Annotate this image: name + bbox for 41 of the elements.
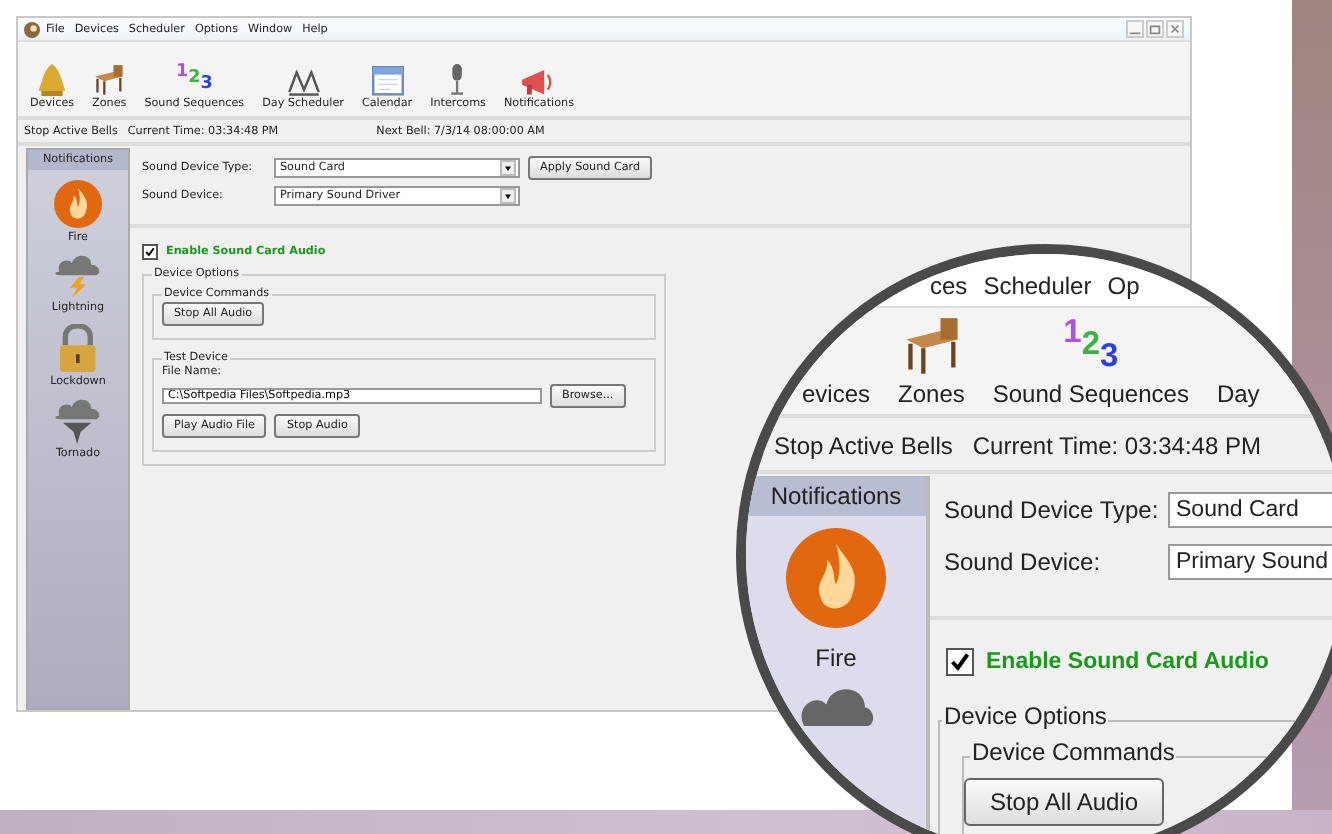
checkbox[interactable] bbox=[946, 648, 974, 676]
dropdown[interactable]: Sound Card bbox=[1168, 492, 1332, 528]
chair-icon bbox=[903, 316, 960, 376]
toolbar-button[interactable]: Day bbox=[1216, 300, 1260, 408]
restore-icon[interactable] bbox=[1146, 20, 1164, 38]
checkbox-label: Enable Sound Card Audio bbox=[986, 650, 1269, 674]
close-icon[interactable] bbox=[1166, 20, 1184, 38]
chair-icon bbox=[94, 64, 125, 96]
stop-bells-button[interactable]: Stop Active Bells bbox=[774, 432, 953, 460]
app-icon bbox=[24, 21, 40, 37]
microphone-icon bbox=[450, 64, 466, 96]
stop-all-button[interactable]: Stop All Audio bbox=[964, 778, 1164, 826]
toolbar-button[interactable]: Zones bbox=[898, 300, 965, 408]
bell-icon bbox=[36, 64, 69, 96]
sidebar-item[interactable]: Fire bbox=[786, 528, 886, 672]
lightning-icon bbox=[54, 254, 102, 299]
fire-icon bbox=[786, 528, 886, 628]
menu-item[interactable]: ces bbox=[930, 270, 968, 306]
cloud-icon bbox=[796, 688, 876, 727]
numbers-logo: 123 bbox=[1063, 316, 1119, 376]
checkbox[interactable] bbox=[142, 244, 158, 260]
menu-item[interactable]: Scheduler bbox=[983, 270, 1092, 306]
toolbar-button[interactable]: evices bbox=[802, 300, 871, 408]
calendar-icon bbox=[371, 66, 404, 96]
fire-icon bbox=[54, 180, 102, 228]
dropdown[interactable]: Primary Sound bbox=[1168, 544, 1332, 580]
minimize-icon[interactable] bbox=[1126, 20, 1144, 38]
field-label: Sound Device Type: bbox=[944, 496, 1161, 524]
caret-icon bbox=[500, 160, 516, 176]
group-label: Device Commands bbox=[970, 738, 1177, 766]
toolbar-button[interactable]: 123 Sound Sequences bbox=[992, 300, 1189, 408]
padlock-icon bbox=[60, 324, 96, 373]
sidebar-header: Notifications bbox=[746, 476, 926, 516]
tornado-icon bbox=[54, 398, 102, 445]
group-label: Device Options bbox=[942, 702, 1109, 730]
current-time: Current Time: 03:34:48 PM bbox=[972, 432, 1261, 460]
megaphone-icon bbox=[522, 69, 555, 96]
menu-item[interactable]: Op bbox=[1107, 270, 1140, 306]
caret-icon bbox=[500, 188, 516, 204]
numbers-logo: 123 bbox=[175, 64, 213, 96]
field-label: Sound Device: bbox=[944, 548, 1103, 576]
